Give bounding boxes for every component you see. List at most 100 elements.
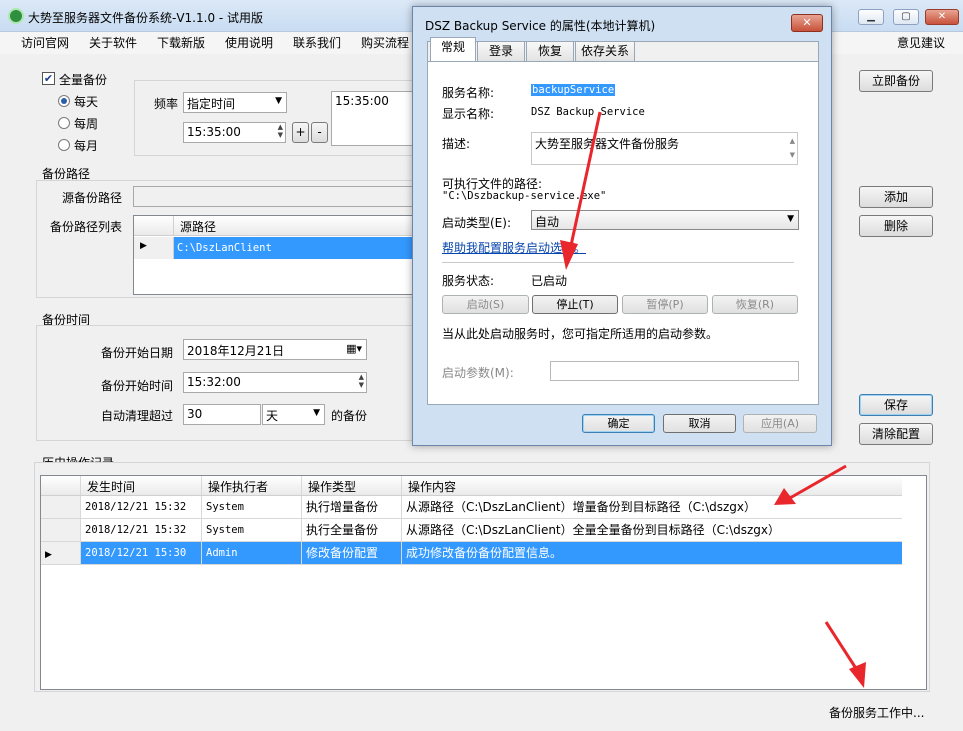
clear-config-button[interactable]: 清除配置 [859,423,933,445]
source-path-label: 源备份路径 [62,191,123,205]
table-row[interactable]: 2018/12/21 15:32 System 执行全量备份 从源路径（C:\D… [41,519,902,542]
start-date-label: 备份开始日期 [101,346,174,360]
delete-path-button[interactable]: 删除 [859,215,933,237]
times-list[interactable]: 15:35:00 [331,91,416,146]
cleanup-unit-value: 天 [266,409,279,423]
cell-content: 从源路径（C:\DszLanClient）增量备份到目标路径（C:\dszgx） [406,500,756,514]
chevron-down-icon: ▼ [313,408,320,418]
time-spinner[interactable]: 15:35:00 ▲ ▼ [183,122,286,143]
service-properties-dialog: DSZ Backup Service 的属性(本地计算机) ✕ 常规 登录 恢复… [412,6,832,446]
maximize-button[interactable]: ▢ [893,9,919,25]
cell-user: System [202,519,302,541]
menu-item-about[interactable]: 关于软件 [89,34,137,51]
start-time-spinner[interactable]: 15:32:00 ▲ ▼ [183,372,367,393]
cell-user: Admin [202,542,302,564]
radio-daily-label: 每天 [74,95,99,109]
cancel-button[interactable]: 取消 [663,414,736,433]
tab-recovery[interactable]: 恢复 [526,41,574,61]
menu-item-website[interactable]: 访问官网 [21,34,69,51]
spin-arrows-icon[interactable]: ▲ ▼ [359,373,364,389]
radio-monthly-label: 每月 [74,139,99,153]
row-selector[interactable]: ▶ [41,542,81,564]
path-column-header: 源路径 [180,220,217,234]
menu-item-contact[interactable]: 联系我们 [293,34,341,51]
calendar-icon[interactable]: ▦▾ [346,342,362,355]
add-time-button[interactable]: + [292,122,309,143]
cell-time: 2018/12/21 15:32 [81,519,202,541]
cell-content: 成功修改备份备份配置信息。 [406,546,563,560]
history-header: 发生时间 操作执行者 操作类型 操作内容 [41,476,902,496]
frequency-select[interactable]: 指定时间 ▼ [183,92,287,113]
service-name-value[interactable]: backupService [531,84,616,96]
menu-item-feedback[interactable]: 意见建议 [897,34,945,51]
description-label: 描述: [442,137,471,151]
cell-type: 修改备份配置 [302,542,402,564]
path-list-row[interactable]: C:\DszLanClient [174,237,415,259]
spin-arrows-icon[interactable]: ▲ ▼ [278,123,283,139]
backup-now-button[interactable]: 立即备份 [859,70,933,92]
history-grid[interactable]: 发生时间 操作执行者 操作类型 操作内容 2018/12/21 15:32 Sy… [40,475,927,690]
start-date-value: 2018年12月21日 [187,344,285,358]
radio-daily[interactable] [58,95,70,107]
cell-user: System [202,496,302,518]
row-selector[interactable]: ▶ [134,237,174,259]
ok-button[interactable]: 确定 [582,414,655,433]
path-list-label: 备份路径列表 [50,220,123,234]
path-list-grid[interactable]: 源路径 ▶ C:\DszLanClient [133,215,416,295]
minimize-button[interactable]: ▁ [858,9,884,25]
description-box[interactable]: 大势至服务器文件备份服务 ▲ ▼ [531,132,798,165]
cell-type: 执行全量备份 [302,519,402,541]
start-service-button[interactable]: 启动(S) [442,295,529,314]
tab-dependencies[interactable]: 依存关系 [575,41,635,61]
menu-item-purchase[interactable]: 购买流程 [361,34,409,51]
service-status-label: 服务状态: [442,274,495,288]
stop-service-button[interactable]: 停止(T) [532,295,618,314]
times-list-item[interactable]: 15:35:00 [335,94,412,108]
cleanup-unit-select[interactable]: 天 ▼ [262,404,325,425]
start-time-label: 备份开始时间 [101,379,174,393]
tab-general[interactable]: 常规 [430,37,476,61]
display-name-value[interactable]: DSZ Backup Service [531,106,645,118]
help-config-link[interactable]: 帮助我配置服务启动选项。 [442,239,586,256]
scrollbar-arrows-icon[interactable]: ▲ ▼ [790,134,795,162]
source-path-input[interactable] [133,186,416,207]
start-params-input[interactable] [550,361,799,381]
row-pointer-icon: ▶ [45,550,52,560]
radio-weekly[interactable] [58,117,70,129]
column-header-type: 操作类型 [302,476,402,495]
dialog-body: 常规 登录 恢复 依存关系 服务名称: backupService 显示名称: … [427,37,819,405]
row-header-spacer [134,216,174,236]
startup-type-label: 启动类型(E): [442,216,511,230]
apply-button[interactable]: 应用(A) [743,414,817,433]
row-selector[interactable] [41,519,81,541]
start-params-hint: 当从此处启动服务时，您可指定所适用的启动参数。 [442,327,719,341]
table-row[interactable]: 2018/12/21 15:32 System 执行增量备份 从源路径（C:\D… [41,496,902,519]
row-header-spacer [41,476,81,495]
frequency-select-value: 指定时间 [187,97,236,111]
radio-weekly-label: 每周 [74,117,99,131]
radio-monthly[interactable] [58,139,70,151]
close-button[interactable]: ✕ [925,9,959,25]
pause-service-button[interactable]: 暂停(P) [622,295,708,314]
service-name-label: 服务名称: [442,86,495,100]
tab-logon[interactable]: 登录 [477,41,525,61]
save-button[interactable]: 保存 [859,394,933,416]
start-date-picker[interactable]: 2018年12月21日 ▦▾ [183,339,367,360]
menu-item-manual[interactable]: 使用说明 [225,34,273,51]
cleanup-days-input[interactable]: 30 [183,404,261,425]
cell-time: 2018/12/21 15:30 [81,542,202,564]
full-backup-checkbox[interactable]: ✔ [42,72,55,85]
menu-item-download[interactable]: 下载新版 [157,34,205,51]
table-row[interactable]: ▶ 2018/12/21 15:30 Admin 修改备份配置 成功修改备份备份… [41,542,902,565]
cleanup-label: 自动清理超过 [101,409,174,423]
add-path-button[interactable]: 添加 [859,186,933,208]
service-status-value: 已启动 [531,274,568,288]
general-tab-pane: 服务名称: backupService 显示名称: DSZ Backup Ser… [428,61,818,404]
remove-time-button[interactable]: - [311,122,328,143]
start-time-value: 15:32:00 [187,375,241,389]
dialog-close-button[interactable]: ✕ [791,14,823,32]
startup-type-select[interactable]: 自动 ▼ [531,210,799,230]
row-selector[interactable] [41,496,81,518]
display-name-label: 显示名称: [442,107,495,121]
resume-service-button[interactable]: 恢复(R) [712,295,798,314]
